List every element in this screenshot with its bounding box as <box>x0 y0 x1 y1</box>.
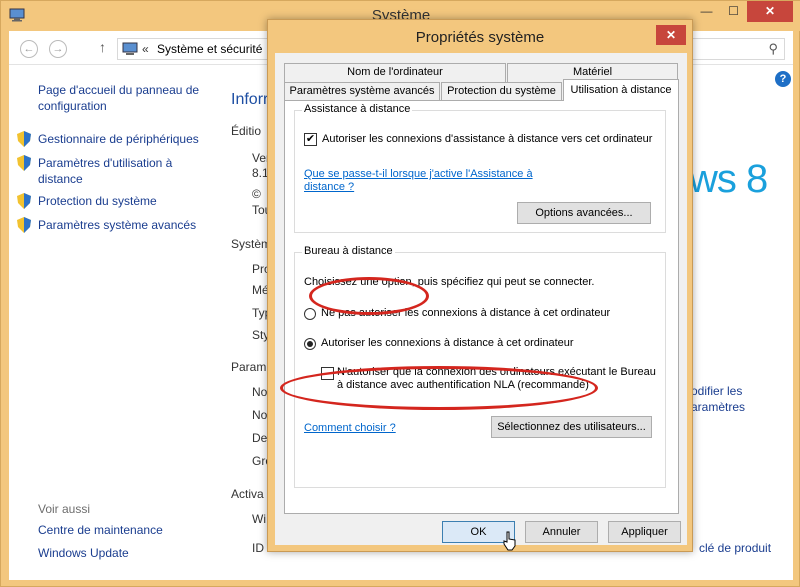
shield-icon <box>17 155 31 171</box>
radio-selected-dot <box>307 341 313 347</box>
dialog-title: Propriétés système <box>415 29 545 46</box>
highlight-oval <box>280 366 598 410</box>
system-properties-dialog: Propriétés système ✕ Nom de l'ordinateur… <box>267 19 693 552</box>
info-fragment: No <box>252 408 268 422</box>
up-arrow-icon[interactable]: ↑ <box>99 39 106 55</box>
close-button[interactable]: ✕ <box>747 1 793 22</box>
group-title: Assistance à distance <box>302 103 413 115</box>
page-title: Inforr <box>231 91 269 108</box>
sidebar-item-system-protection[interactable]: Protection du système <box>38 193 157 209</box>
info-fragment: © <box>252 187 261 201</box>
section-heading: Systèm <box>231 237 272 251</box>
see-also-heading: Voir aussi <box>38 502 91 516</box>
shield-icon <box>17 131 31 147</box>
breadcrumb[interactable]: Système et sécurité <box>157 42 262 56</box>
sidebar-item-action-center[interactable]: Centre de maintenance <box>38 522 163 538</box>
tab-advanced[interactable]: Paramètres système avancés <box>284 82 440 101</box>
select-users-button[interactable]: Sélectionnez des utilisateurs... <box>491 416 652 438</box>
info-fragment: ID <box>252 541 264 555</box>
section-heading: Éditio <box>231 124 262 138</box>
radio-label[interactable]: Autoriser les connexions à distance à ce… <box>321 337 574 349</box>
mouse-cursor-icon <box>503 531 516 551</box>
deny-connections-radio[interactable] <box>304 308 316 320</box>
tab-computer-name[interactable]: Nom de l'ordinateur <box>284 63 506 82</box>
breadcrumb-chevron[interactable]: « <box>142 42 149 56</box>
checkbox-label[interactable]: Autoriser les connexions d'assistance à … <box>322 133 652 145</box>
sidebar-item-advanced-settings[interactable]: Paramètres système avancés <box>38 217 196 233</box>
maximize-button[interactable]: ☐ <box>720 1 747 22</box>
shield-icon <box>17 217 31 233</box>
dialog-body: Nom de l'ordinateur Matériel Paramètres … <box>275 53 687 551</box>
search-icon[interactable]: ⚲ <box>768 41 778 57</box>
back-arrow-icon[interactable]: ← <box>20 40 38 58</box>
control-panel-icon <box>122 42 138 55</box>
address-field[interactable]: « Système et sécurité <box>117 38 282 60</box>
forward-arrow-icon[interactable]: → <box>49 40 67 58</box>
dialog-close-button[interactable]: ✕ <box>656 25 686 45</box>
sidebar-item-windows-update[interactable]: Windows Update <box>38 545 129 561</box>
info-fragment: Wi <box>252 512 266 526</box>
cancel-button[interactable]: Annuler <box>525 521 598 543</box>
sidebar-item-remote-settings[interactable]: Paramètres d'utilisation à distance <box>38 155 188 187</box>
help-icon[interactable]: ? <box>775 71 791 87</box>
tab-remote[interactable]: Utilisation à distance <box>563 79 679 101</box>
apply-button[interactable]: Appliquer <box>608 521 681 543</box>
product-key-link[interactable]: clé de produit <box>699 541 771 555</box>
assistance-help-link[interactable]: Que se passe-t-il lorsque j'active l'Ass… <box>304 168 544 194</box>
remote-tab-panel: Assistance à distance ✔ Autoriser les co… <box>280 100 679 514</box>
highlight-oval <box>309 277 429 315</box>
how-to-choose-link[interactable]: Comment choisir ? <box>304 422 396 435</box>
remote-assistance-group: Assistance à distance ✔ Autoriser les co… <box>294 103 666 233</box>
sidebar-item-device-manager[interactable]: Gestionnaire de périphériques <box>38 131 199 147</box>
advanced-options-button[interactable]: Options avancées... <box>517 202 651 224</box>
group-title: Bureau à distance <box>302 245 395 257</box>
section-heading: Activa <box>231 487 264 501</box>
change-settings-link[interactable]: odifier les <box>691 384 742 398</box>
remote-assistance-checkbox[interactable]: ✔ <box>304 133 317 146</box>
info-fragment: No <box>252 385 268 399</box>
sidebar-item-home[interactable]: Page d'accueil du panneau de configurati… <box>38 82 208 114</box>
allow-connections-radio[interactable] <box>304 338 316 350</box>
minimize-button[interactable]: — <box>693 1 720 22</box>
search-input[interactable]: ⚲ <box>689 38 785 60</box>
section-heading: Param <box>231 360 267 374</box>
tab-system-protection[interactable]: Protection du système <box>441 82 562 101</box>
shield-icon <box>17 193 31 209</box>
windows-logo: ws 8 <box>689 157 768 201</box>
change-settings-link[interactable]: aramètres <box>691 400 745 414</box>
